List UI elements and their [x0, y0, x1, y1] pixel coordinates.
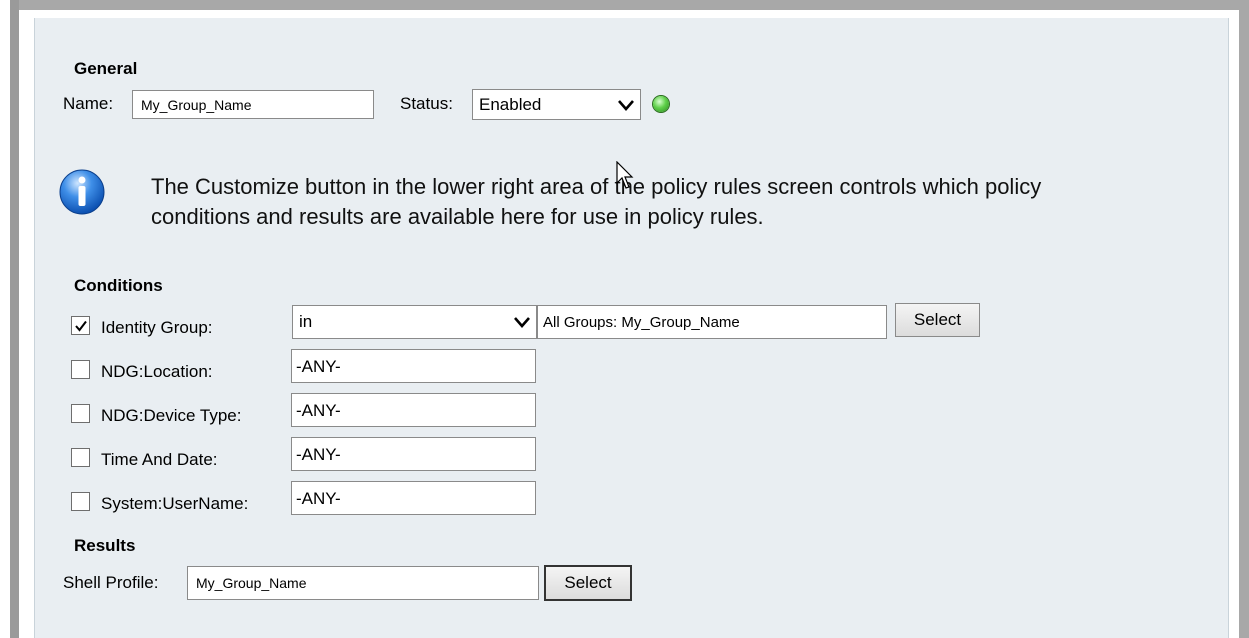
- identity-group-label: Identity Group:: [101, 318, 213, 337]
- ndg-location-label: NDG:Location:: [101, 362, 213, 381]
- shell-profile-label: Shell Profile:: [63, 573, 159, 592]
- checkmark-icon: [74, 320, 87, 332]
- time-and-date-input[interactable]: -ANY-: [291, 437, 536, 471]
- status-select[interactable]: Enabled: [472, 89, 641, 120]
- chevron-down-icon: [618, 99, 634, 111]
- time-and-date-label: Time And Date:: [101, 450, 218, 469]
- time-and-date-checkbox[interactable]: [71, 448, 90, 467]
- conditions-section-title: Conditions: [74, 276, 163, 295]
- identity-group-operator-select[interactable]: in: [292, 305, 537, 339]
- ndg-location-input[interactable]: -ANY-: [291, 349, 536, 383]
- ndg-device-type-input[interactable]: -ANY-: [291, 393, 536, 427]
- ndg-device-type-checkbox[interactable]: [71, 404, 90, 423]
- info-text-line1: The Customize button in the lower right …: [151, 174, 1042, 199]
- info-text-line2: conditions and results are available her…: [151, 204, 764, 229]
- name-label: Name:: [63, 94, 114, 113]
- name-input[interactable]: My_Group_Name: [132, 90, 374, 119]
- shell-profile-select-button[interactable]: Select: [544, 565, 632, 601]
- identity-group-checkbox[interactable]: [71, 316, 90, 335]
- form-area: General Name: My_Group_Name Status: Enab…: [34, 18, 1229, 638]
- window-border: [10, 0, 19, 638]
- results-section-title: Results: [74, 536, 136, 555]
- identity-group-operator-value: in: [299, 312, 313, 331]
- system-username-label: System:UserName:: [101, 494, 249, 513]
- chevron-down-icon: [514, 317, 530, 328]
- info-icon: [59, 169, 105, 215]
- status-indicator-icon: [653, 96, 669, 112]
- general-section-title: General: [74, 59, 138, 78]
- policy-element-panel: General Name: My_Group_Name Status: Enab…: [19, 10, 1239, 638]
- system-username-checkbox[interactable]: [71, 492, 90, 511]
- ndg-location-checkbox[interactable]: [71, 360, 90, 379]
- identity-group-select-button[interactable]: Select: [895, 303, 980, 337]
- ndg-device-type-label: NDG:Device Type:: [101, 406, 242, 425]
- mouse-cursor-icon: [616, 161, 634, 189]
- status-select-value: Enabled: [479, 94, 542, 114]
- shell-profile-input[interactable]: My_Group_Name: [187, 566, 539, 600]
- identity-group-value-input[interactable]: All Groups: My_Group_Name: [537, 305, 887, 339]
- system-username-input[interactable]: -ANY-: [291, 481, 536, 515]
- status-label: Status:: [400, 94, 453, 113]
